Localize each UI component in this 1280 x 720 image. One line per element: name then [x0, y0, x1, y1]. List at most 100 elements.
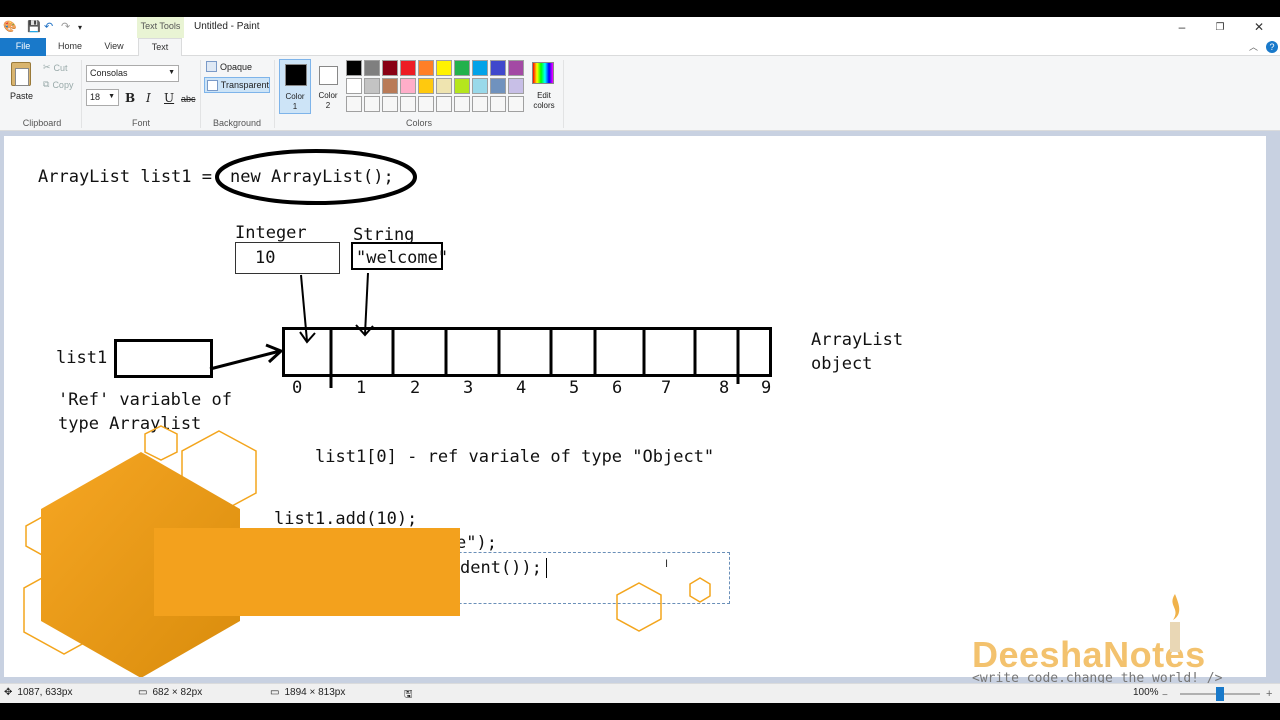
palette-swatch[interactable] — [508, 96, 524, 112]
palette-swatch[interactable] — [472, 60, 488, 76]
save-icon[interactable]: 💾 — [27, 20, 41, 33]
palette-swatch[interactable] — [454, 60, 470, 76]
palette-swatch[interactable] — [508, 78, 524, 94]
zoom-slider-thumb[interactable] — [1216, 687, 1224, 701]
color1-swatch — [285, 64, 307, 86]
selection-size: ▭ 682 × 82px — [138, 687, 202, 698]
contextual-tab-label: Text Tools — [137, 17, 184, 38]
color1-label-line1: Color — [285, 92, 305, 101]
paint-app-icon: 🎨 — [3, 21, 17, 33]
font-family-select[interactable]: Consolas ▼ — [86, 65, 179, 82]
redo-icon[interactable]: ↷ — [61, 20, 70, 33]
undo-icon[interactable]: ↶ — [44, 20, 53, 33]
bold-button[interactable]: B — [125, 91, 135, 105]
palette-swatch[interactable] — [436, 78, 452, 94]
edit-colors-line2: colors — [533, 101, 555, 110]
palette-swatch[interactable] — [418, 60, 434, 76]
zoom-out-button[interactable]: − — [1162, 690, 1168, 701]
palette-swatch[interactable] — [364, 96, 380, 112]
paste-button[interactable] — [8, 60, 34, 90]
palette-swatch[interactable] — [400, 96, 416, 112]
help-icon[interactable]: ? — [1266, 41, 1278, 53]
ribbon-divider — [81, 60, 82, 128]
canvas-size-icon: ▭ — [270, 687, 280, 698]
tab-file[interactable]: File — [0, 38, 46, 56]
palette-swatch[interactable] — [454, 96, 470, 112]
color-palette — [346, 60, 528, 114]
italic-button[interactable]: I — [146, 91, 151, 105]
font-group-label: Font — [131, 118, 150, 128]
palette-swatch[interactable] — [382, 78, 398, 94]
transparent-label: Transparent — [220, 80, 269, 90]
palette-swatch[interactable] — [472, 96, 488, 112]
copy-icon: ⧉ — [43, 79, 50, 89]
zoom-in-button[interactable]: + — [1266, 688, 1272, 700]
canvas-area[interactable]: ArrayList list1 = new ArrayList(); Integ… — [0, 131, 1280, 686]
palette-swatch[interactable] — [436, 96, 452, 112]
tab-text[interactable]: Text — [138, 38, 182, 56]
font-size-value: 18 — [90, 92, 101, 102]
opaque-icon — [206, 61, 217, 72]
transparent-button[interactable]: Transparent — [204, 77, 270, 93]
cursor-position: ✥ 1087, 633px — [4, 687, 72, 698]
array-index-label: 0 — [292, 378, 303, 398]
drawing-canvas[interactable]: ArrayList list1 = new ArrayList(); Integ… — [4, 136, 1266, 686]
strikethrough-button[interactable]: abc — [181, 94, 196, 104]
palette-swatch[interactable] — [346, 78, 362, 94]
palette-swatch[interactable] — [382, 60, 398, 76]
clipboard-group-label: Clipboard — [22, 118, 62, 128]
font-size-select[interactable]: 18 ▼ — [86, 89, 119, 106]
cut-button[interactable]: ✂ Cut — [43, 62, 68, 73]
edit-colors-label: Edit colors — [528, 91, 560, 111]
palette-swatch[interactable] — [490, 60, 506, 76]
palette-swatch[interactable] — [364, 78, 380, 94]
array-index-label: 8 — [719, 378, 730, 398]
array-index-label: 1 — [356, 378, 367, 398]
hexagon-overlay — [23, 425, 711, 677]
edit-colors-button[interactable]: Edit colors — [530, 59, 558, 114]
move-icon: ✥ — [4, 687, 13, 698]
tab-view[interactable]: View — [95, 38, 133, 56]
copy-label: Copy — [52, 79, 74, 90]
palette-swatch[interactable] — [472, 78, 488, 94]
color1-button[interactable]: Color 1 — [279, 59, 311, 114]
opaque-label: Opaque — [220, 61, 253, 72]
selection-size-value: 682 × 82px — [152, 687, 203, 698]
palette-swatch[interactable] — [418, 96, 434, 112]
palette-swatch[interactable] — [436, 60, 452, 76]
palette-swatch[interactable] — [346, 96, 362, 112]
color2-label: Color 2 — [313, 91, 343, 111]
chevron-down-icon: ▼ — [108, 93, 115, 100]
torch-logo-icon — [1170, 594, 1180, 652]
copy-button[interactable]: ⧉ Copy — [43, 79, 73, 90]
array-index-label: 2 — [410, 378, 421, 398]
paste-label[interactable]: Paste — [10, 91, 33, 101]
palette-swatch[interactable] — [508, 60, 524, 76]
background-group-label: Background — [212, 118, 262, 128]
palette-swatch[interactable] — [454, 78, 470, 94]
palette-swatch[interactable] — [364, 60, 380, 76]
palette-swatch[interactable] — [400, 60, 416, 76]
minimize-button[interactable]: – — [1162, 17, 1202, 38]
customize-qat-icon[interactable]: ▾ — [78, 23, 82, 32]
opaque-button[interactable]: Opaque — [206, 61, 252, 72]
palette-swatch[interactable] — [346, 60, 362, 76]
close-button[interactable]: ✕ — [1239, 17, 1279, 38]
palette-swatch[interactable] — [490, 78, 506, 94]
array-index-label: 6 — [612, 378, 623, 398]
color-wheel-icon — [532, 62, 554, 84]
palette-swatch[interactable] — [400, 78, 416, 94]
maximize-button[interactable]: ❐ — [1200, 17, 1240, 38]
color2-button[interactable]: Color 2 — [313, 59, 345, 114]
window-title: Untitled - Paint — [194, 21, 260, 32]
palette-swatch[interactable] — [418, 78, 434, 94]
palette-swatch[interactable] — [382, 96, 398, 112]
ribbon-tabs: File Home View Text ︿ ? — [0, 38, 1280, 56]
array-index-label: 9 — [761, 378, 772, 398]
collapse-ribbon-icon[interactable]: ︿ — [1249, 40, 1258, 53]
palette-swatch[interactable] — [490, 96, 506, 112]
color1-label-line2: 1 — [292, 102, 298, 111]
underline-button[interactable]: U — [164, 91, 174, 105]
tab-home[interactable]: Home — [50, 38, 90, 56]
ribbon-divider — [200, 60, 201, 128]
